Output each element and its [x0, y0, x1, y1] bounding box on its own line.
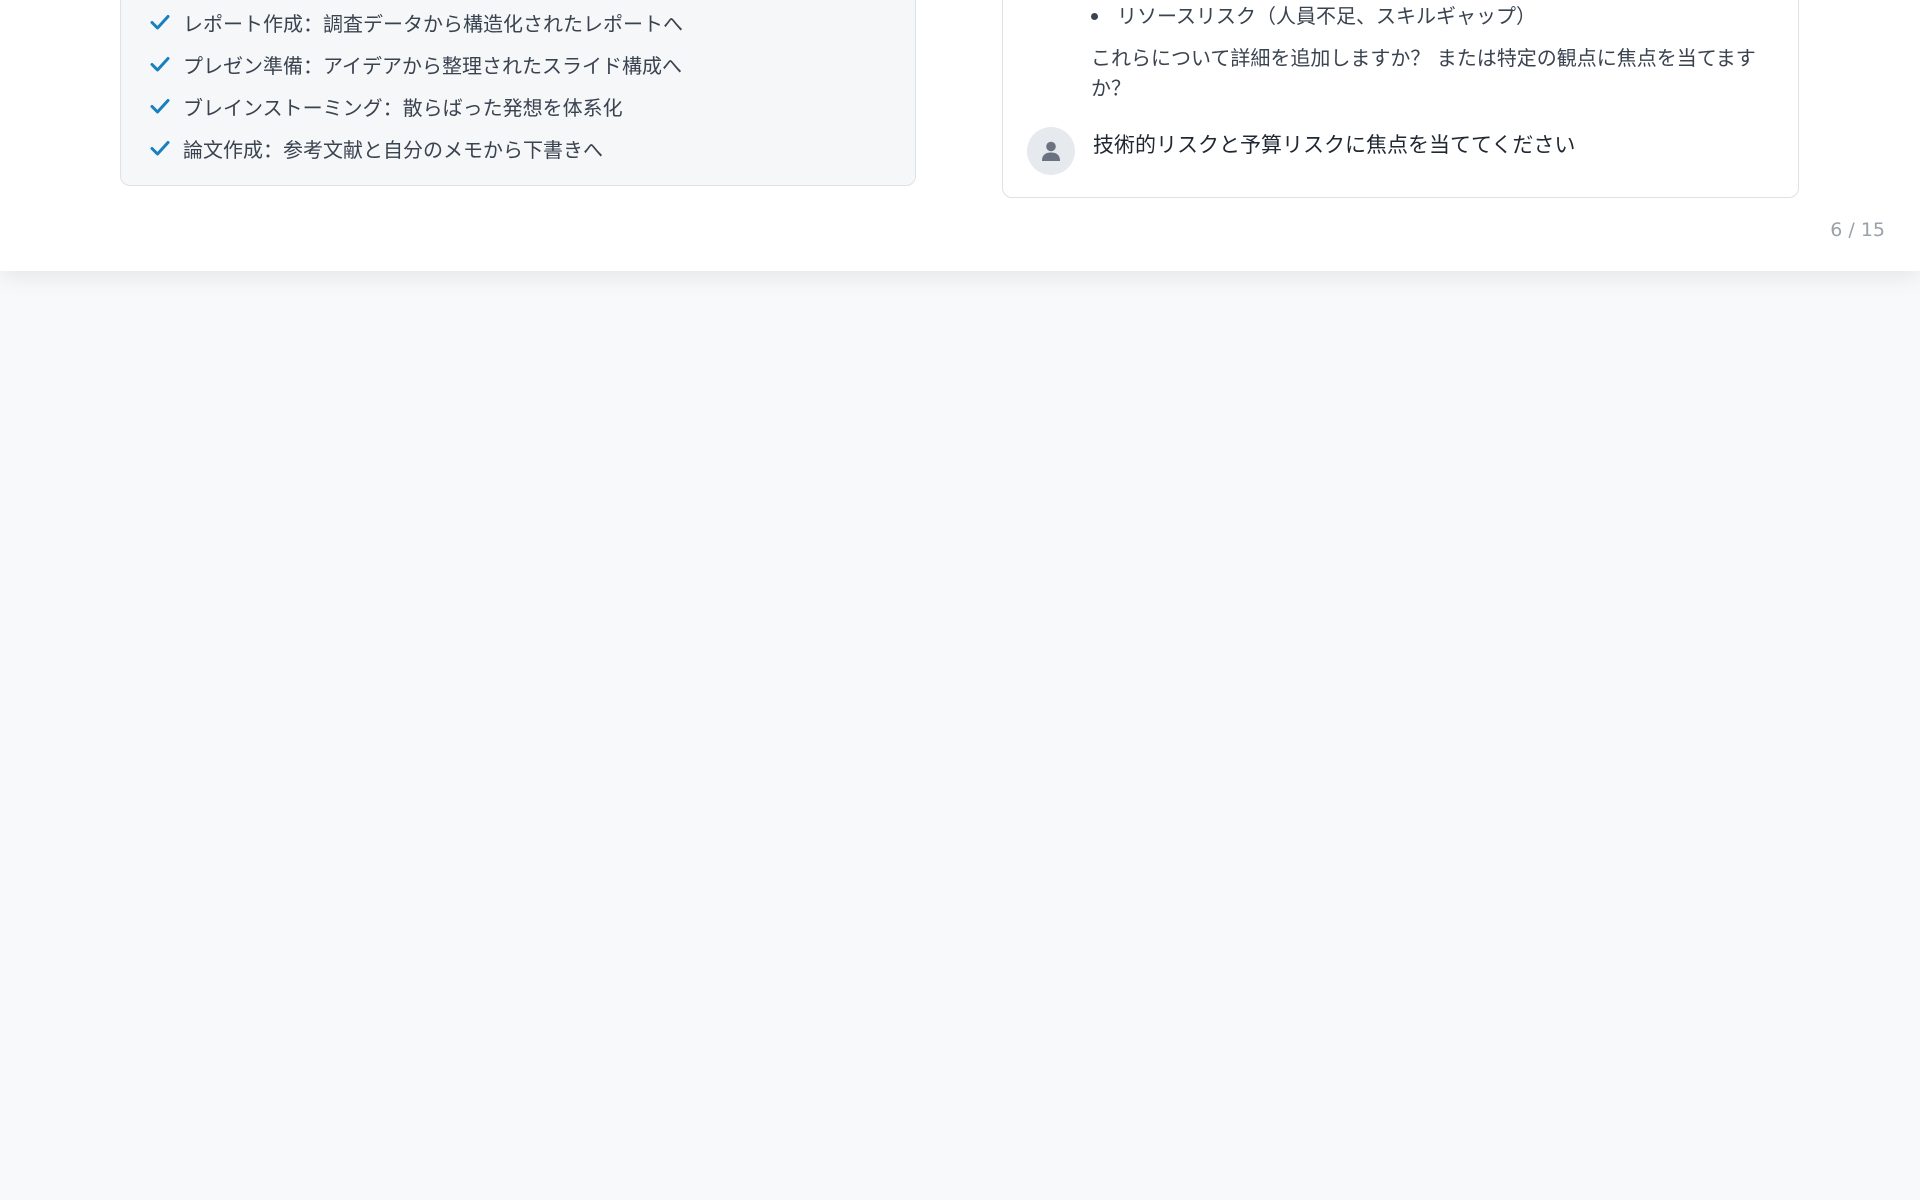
- slide: レポート作成：調査データから構造化されたレポートへ プレゼン準備：アイデアから整…: [0, 0, 1920, 271]
- user-message: 技術的リスクと予算リスクに焦点を当ててください: [1027, 127, 1575, 175]
- use-case-item: プレゼン準備：アイデアから整理されたスライド構成へ: [149, 43, 683, 85]
- use-case-item: ブレインストーミング：散らばった発想を体系化: [149, 85, 683, 127]
- use-cases-card: レポート作成：調査データから構造化されたレポートへ プレゼン準備：アイデアから整…: [120, 0, 916, 186]
- check-icon: [149, 53, 171, 75]
- use-cases-list: レポート作成：調査データから構造化されたレポートへ プレゼン準備：アイデアから整…: [149, 1, 683, 169]
- use-case-label: レポート作成：調査データから構造化されたレポートへ: [183, 11, 683, 36]
- ai-response-bullet: リソースリスク（人員不足、スキルギャップ）: [1089, 1, 1536, 31]
- user-avatar: [1027, 127, 1075, 175]
- page-counter: 6 / 15: [1830, 219, 1885, 241]
- check-icon: [149, 11, 171, 33]
- use-case-label: プレゼン準備：アイデアから整理されたスライド構成へ: [183, 53, 682, 78]
- check-icon: [149, 137, 171, 159]
- user-message-text: 技術的リスクと予算リスクに焦点を当ててください: [1093, 133, 1576, 157]
- ai-followup-question: これらについて詳細を追加しますか？ または特定の観点に焦点を当てますか？: [1091, 46, 1756, 100]
- user-icon: [1042, 141, 1060, 161]
- use-case-item: 論文作成：参考文献と自分のメモから下書きへ: [149, 127, 683, 169]
- ai-response-bullets: リソースリスク（人員不足、スキルギャップ）: [1089, 1, 1536, 31]
- use-case-item: レポート作成：調査データから構造化されたレポートへ: [149, 1, 683, 43]
- chat-example-card: リソースリスク（人員不足、スキルギャップ） これらについて詳細を追加しますか？ …: [1002, 0, 1799, 198]
- check-icon: [149, 95, 171, 117]
- use-case-label: ブレインストーミング：散らばった発想を体系化: [183, 95, 623, 120]
- use-case-label: 論文作成：参考文献と自分のメモから下書きへ: [183, 137, 603, 162]
